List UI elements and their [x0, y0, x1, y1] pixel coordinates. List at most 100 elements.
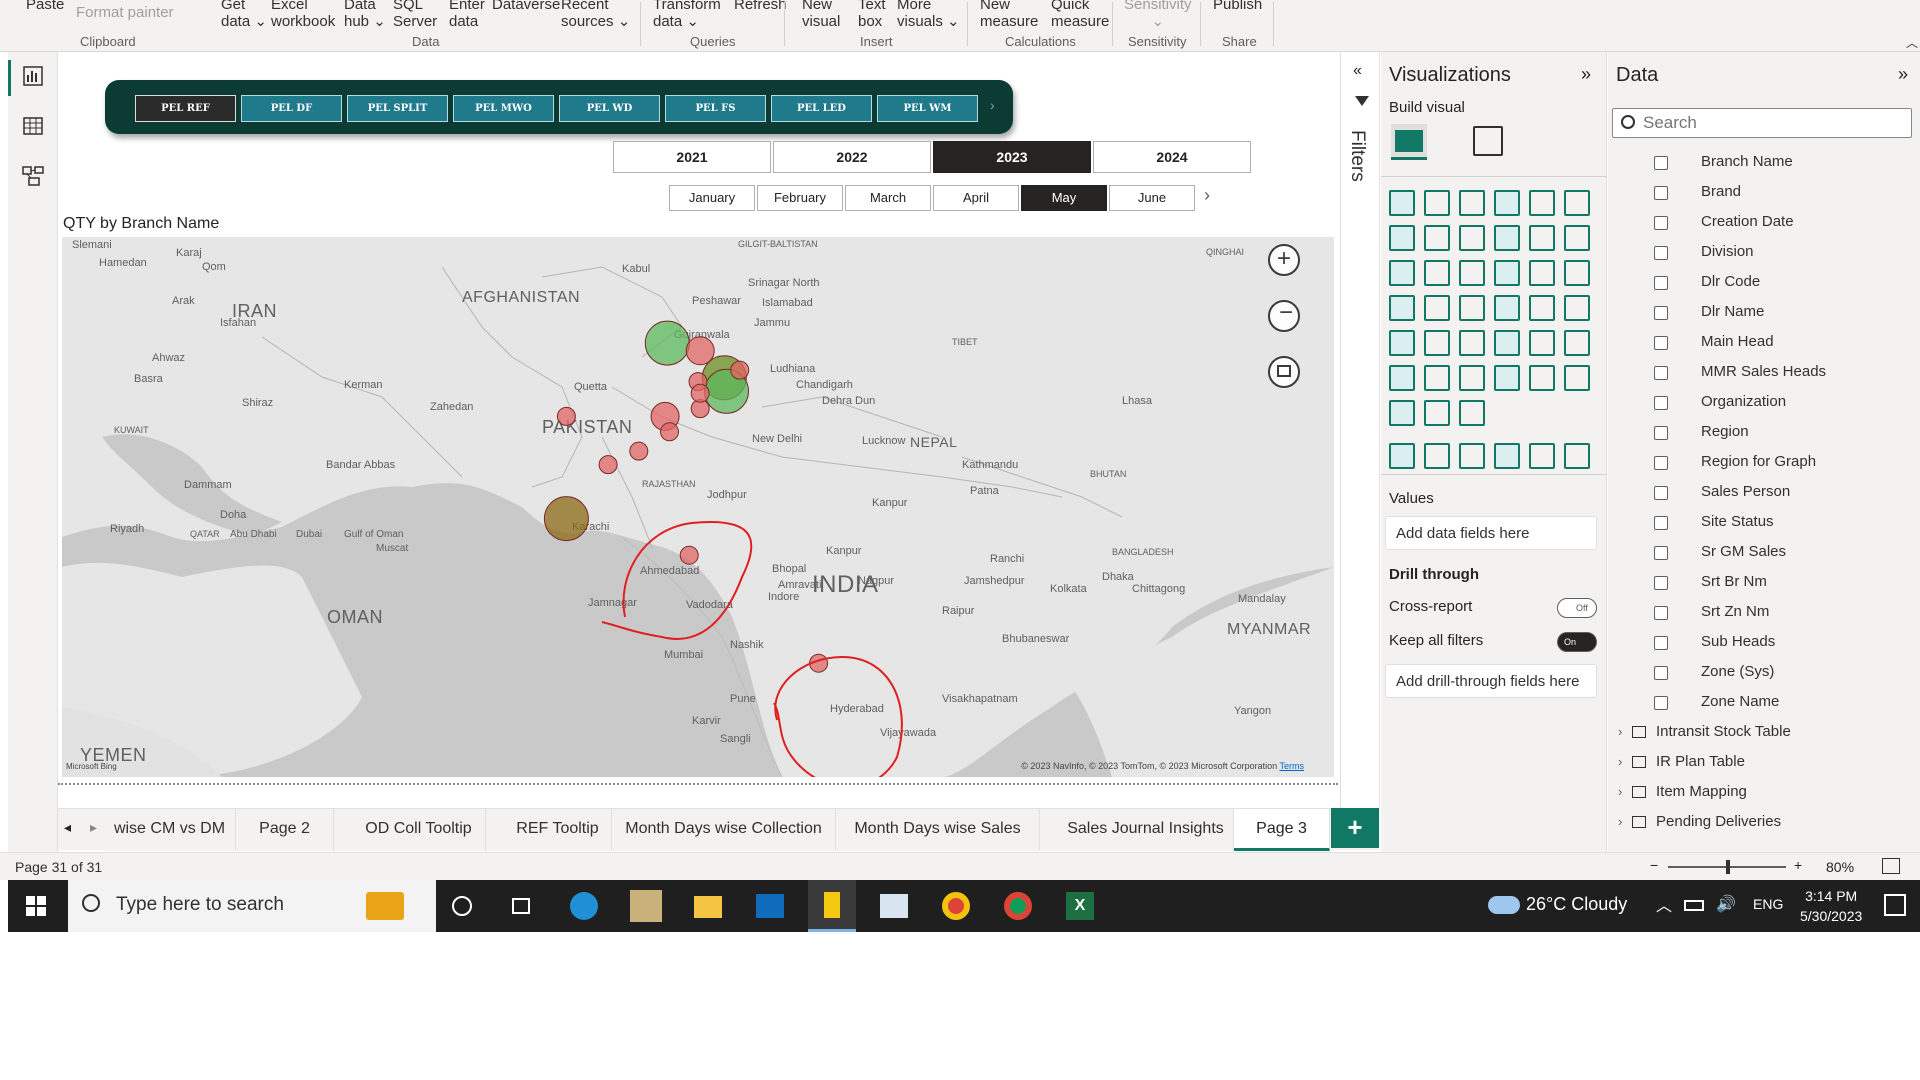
- month-button-march[interactable]: March: [845, 185, 931, 211]
- tray-chevron-icon[interactable]: ︿: [1656, 892, 1672, 916]
- field-checkbox[interactable]: [1654, 396, 1668, 410]
- zoom-slider[interactable]: [1668, 860, 1786, 874]
- field-checkbox[interactable]: [1654, 426, 1668, 440]
- visual-type-icon[interactable]: [1494, 295, 1520, 321]
- outlook-icon[interactable]: [754, 890, 786, 922]
- month-button-june[interactable]: June: [1109, 185, 1195, 211]
- visual-type-icon[interactable]: [1389, 443, 1415, 469]
- month-button-january[interactable]: January: [669, 185, 755, 211]
- add-page-button[interactable]: +: [1331, 808, 1379, 848]
- slicer-button-pel-split[interactable]: PEL SPLIT: [347, 95, 448, 122]
- windows-start-icon[interactable]: [26, 896, 46, 916]
- map-terms-link[interactable]: Terms: [1280, 761, 1305, 771]
- visual-type-icon[interactable]: [1459, 225, 1485, 251]
- field-checkbox[interactable]: [1654, 456, 1668, 470]
- year-button-2023[interactable]: 2023: [933, 141, 1091, 173]
- paste-button[interactable]: Paste: [26, 0, 64, 13]
- visual-type-icon[interactable]: [1424, 330, 1450, 356]
- drill-through-field-well[interactable]: Add drill-through fields here: [1385, 664, 1597, 698]
- sensitivity-button[interactable]: Sensitivity ⌄: [1124, 0, 1192, 30]
- field-item[interactable]: Dlr Name: [1608, 298, 1908, 328]
- visual-type-icon[interactable]: [1459, 190, 1485, 216]
- excel-icon[interactable]: X: [1064, 890, 1096, 922]
- field-item[interactable]: Dlr Code: [1608, 268, 1908, 298]
- visual-type-icon[interactable]: [1564, 260, 1590, 286]
- new-measure-button[interactable]: New measure: [980, 0, 1038, 30]
- tab-month-days-wise-collection[interactable]: Month Days wise Collection: [612, 809, 836, 851]
- bubble-map[interactable]: IRAN AFGHANISTAN PAKISTAN INDIA NEPAL OM…: [62, 237, 1334, 777]
- photo-app-icon[interactable]: [630, 890, 662, 922]
- tabs-prev-icon[interactable]: ◂: [64, 819, 71, 836]
- visual-type-icon[interactable]: [1389, 365, 1415, 391]
- data-search-box[interactable]: [1612, 108, 1912, 138]
- tab-ref-tooltip[interactable]: REF Tooltip: [486, 809, 612, 851]
- powerbi-icon[interactable]: [808, 880, 856, 932]
- visual-type-icon[interactable]: [1564, 330, 1590, 356]
- expand-filters-icon[interactable]: «: [1353, 62, 1362, 80]
- zoom-minus-icon[interactable]: −: [1650, 857, 1658, 873]
- expand-chevron-icon[interactable]: ›: [1618, 754, 1622, 769]
- visual-type-icon[interactable]: [1424, 400, 1450, 426]
- field-checkbox[interactable]: [1654, 546, 1668, 560]
- field-checkbox[interactable]: [1654, 486, 1668, 500]
- field-item[interactable]: Site Status: [1608, 508, 1908, 538]
- get-data-button[interactable]: Get data ⌄: [221, 0, 267, 30]
- expand-chevron-icon[interactable]: ›: [1618, 724, 1622, 739]
- field-item[interactable]: Srt Zn Nm: [1608, 598, 1908, 628]
- visual-type-icon[interactable]: [1564, 190, 1590, 216]
- collapse-ribbon-icon[interactable]: ︿: [1906, 34, 1918, 51]
- visual-type-icon[interactable]: [1459, 295, 1485, 321]
- visual-type-icon[interactable]: [1389, 260, 1415, 286]
- tab-page-2[interactable]: Page 2: [236, 809, 334, 851]
- visual-type-icon[interactable]: [1389, 190, 1415, 216]
- field-checkbox[interactable]: [1654, 216, 1668, 230]
- visual-type-icon[interactable]: [1529, 443, 1555, 469]
- visual-type-icon[interactable]: [1389, 295, 1415, 321]
- visual-type-icon[interactable]: [1424, 225, 1450, 251]
- table-item[interactable]: › IR Plan Table: [1608, 748, 1908, 778]
- visual-type-icon[interactable]: [1494, 330, 1520, 356]
- field-checkbox[interactable]: [1654, 516, 1668, 530]
- year-button-2024[interactable]: 2024: [1093, 141, 1251, 173]
- field-item[interactable]: Sub Heads: [1608, 628, 1908, 658]
- field-item[interactable]: Brand: [1608, 178, 1908, 208]
- visual-type-icon[interactable]: [1529, 365, 1555, 391]
- visual-type-icon[interactable]: [1459, 330, 1485, 356]
- visual-type-icon[interactable]: [1459, 443, 1485, 469]
- field-checkbox[interactable]: [1654, 606, 1668, 620]
- visual-type-icon[interactable]: [1459, 260, 1485, 286]
- field-checkbox[interactable]: [1654, 696, 1668, 710]
- weather-text[interactable]: 26°C Cloudy: [1526, 894, 1627, 915]
- year-button-2021[interactable]: 2021: [613, 141, 771, 173]
- recent-sources-button[interactable]: Recent sources ⌄: [561, 0, 630, 30]
- fit-to-page-icon[interactable]: [1882, 858, 1900, 874]
- map-selection-button[interactable]: [1268, 356, 1300, 388]
- field-checkbox[interactable]: [1654, 246, 1668, 260]
- field-item[interactable]: Sr GM Sales: [1608, 538, 1908, 568]
- field-item[interactable]: Region: [1608, 418, 1908, 448]
- format-visual-tab-icon[interactable]: [1473, 126, 1503, 156]
- field-item[interactable]: Main Head: [1608, 328, 1908, 358]
- visual-type-icon[interactable]: [1424, 443, 1450, 469]
- field-checkbox[interactable]: [1654, 636, 1668, 650]
- field-item[interactable]: Division: [1608, 238, 1908, 268]
- table-item[interactable]: › Pending Deliveries: [1608, 808, 1908, 838]
- visual-type-icon[interactable]: [1494, 365, 1520, 391]
- zoom-in-button[interactable]: +: [1268, 244, 1300, 276]
- text-box-button[interactable]: Text box: [858, 0, 886, 30]
- field-checkbox[interactable]: [1654, 336, 1668, 350]
- battery-icon[interactable]: [1684, 900, 1704, 911]
- field-item[interactable]: Region for Graph: [1608, 448, 1908, 478]
- field-item[interactable]: Organization: [1608, 388, 1908, 418]
- app-icon[interactable]: [878, 890, 910, 922]
- zoom-slider-thumb[interactable]: [1726, 860, 1730, 874]
- enter-data-button[interactable]: Enter data: [449, 0, 485, 30]
- field-item[interactable]: Sales Person: [1608, 478, 1908, 508]
- visual-type-icon[interactable]: [1564, 443, 1590, 469]
- month-next-arrow-icon[interactable]: ›: [1204, 185, 1210, 206]
- visual-type-icon[interactable]: [1424, 295, 1450, 321]
- tab-od-coll-tooltip[interactable]: OD Coll Tooltip: [334, 809, 486, 851]
- visual-type-icon[interactable]: [1494, 260, 1520, 286]
- field-checkbox[interactable]: [1654, 666, 1668, 680]
- filters-label[interactable]: Filters: [1346, 130, 1368, 182]
